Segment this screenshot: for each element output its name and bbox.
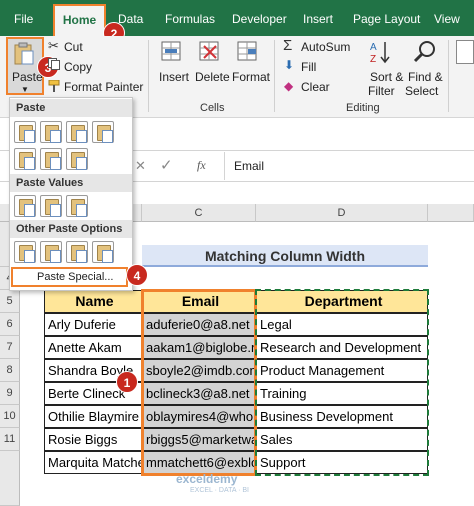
sort-filter-icon: AZ xyxy=(369,39,395,65)
keep-source-formatting-icon[interactable] xyxy=(92,121,114,143)
copy-icon xyxy=(48,58,60,70)
watermark-sub: EXCEL · DATA · BI xyxy=(190,487,249,494)
row-header-5[interactable]: 5 xyxy=(0,290,20,313)
format-painter-icon xyxy=(48,79,60,92)
cells-group-label: Cells xyxy=(200,102,225,114)
formula-input[interactable]: Email xyxy=(234,159,264,173)
editing-group-label: Editing xyxy=(346,102,380,114)
clipboard-icon xyxy=(13,42,35,66)
cell-name[interactable]: Marquita Matchett xyxy=(44,451,142,474)
column-header-c[interactable]: C xyxy=(142,204,256,222)
tab-file[interactable]: File xyxy=(14,12,33,26)
enter-icon[interactable]: ✓ xyxy=(160,156,173,174)
values-number-format-icon[interactable] xyxy=(40,195,62,217)
svg-text:Z: Z xyxy=(370,54,376,65)
cell-name[interactable]: Arly Duferie xyxy=(44,313,142,336)
eraser-icon: ◆ xyxy=(284,79,294,93)
cell-name[interactable]: Othilie Blaymire xyxy=(44,405,142,428)
column-header-e[interactable] xyxy=(428,204,474,222)
row-header[interactable] xyxy=(0,451,20,506)
ribbon-divider xyxy=(274,40,275,112)
row-header-11[interactable]: 11 xyxy=(0,428,20,451)
tab-page-layout[interactable]: Page Layout xyxy=(353,12,420,26)
row-header-8[interactable]: 8 xyxy=(0,359,20,382)
paste-link-icon[interactable] xyxy=(40,241,62,263)
magnifier-icon xyxy=(412,39,438,65)
paste-icon[interactable] xyxy=(14,121,36,143)
paste-special-menu-item[interactable]: Paste Special... xyxy=(11,267,128,287)
sheet-title: Matching Column Width xyxy=(142,245,428,267)
step-badge-4: 4 xyxy=(126,264,148,286)
paste-values-header: Paste Values xyxy=(10,174,132,192)
other-paste-options-header: Other Paste Options xyxy=(10,220,132,238)
tab-developer[interactable]: Developer xyxy=(232,12,287,26)
column-header-d[interactable]: D xyxy=(256,204,428,222)
row-header-6[interactable]: 6 xyxy=(0,313,20,336)
keep-column-widths-icon[interactable] xyxy=(40,148,62,170)
format-cells-icon xyxy=(236,40,260,64)
watermark: exceldemy xyxy=(176,472,238,486)
email-column-highlight xyxy=(141,289,257,476)
tab-data[interactable]: Data xyxy=(118,12,143,26)
tab-view[interactable]: View xyxy=(434,12,460,26)
delete-cells-icon xyxy=(198,40,222,64)
row-header-9[interactable]: 9 xyxy=(0,382,20,405)
svg-text:A: A xyxy=(370,42,377,53)
insert-button[interactable]: Insert xyxy=(159,70,189,84)
insert-cells-icon xyxy=(160,40,184,64)
fill-button[interactable]: Fill xyxy=(301,60,316,74)
chevron-down-icon: ▼ xyxy=(21,85,29,94)
ribbon-divider xyxy=(448,40,449,112)
no-borders-icon[interactable] xyxy=(14,148,36,170)
cell-name[interactable]: Anette Akam xyxy=(44,336,142,359)
sort-filter-button-line2[interactable]: Filter xyxy=(368,84,395,98)
scissors-icon: ✂ xyxy=(48,38,59,53)
paste-values-icon[interactable] xyxy=(14,195,36,217)
paste-formulas-icon[interactable] xyxy=(40,121,62,143)
tab-home[interactable]: Home xyxy=(53,4,106,36)
find-select-button[interactable]: Find & xyxy=(408,70,443,84)
paste-formulas-number-format-icon[interactable] xyxy=(66,121,88,143)
function-icon[interactable]: fx xyxy=(197,158,206,173)
header-name[interactable]: Name xyxy=(44,290,142,313)
transpose-icon[interactable] xyxy=(66,148,88,170)
format-button[interactable]: Format xyxy=(232,70,270,84)
format-painter-button[interactable]: Format Painter xyxy=(64,80,143,94)
step-badge-1: 1 xyxy=(116,371,138,393)
row-header-7[interactable]: 7 xyxy=(0,336,20,359)
clear-button[interactable]: Clear xyxy=(301,80,330,94)
linked-picture-icon[interactable] xyxy=(92,241,114,263)
copy-marquee xyxy=(255,289,429,476)
fill-down-icon: ⬇ xyxy=(284,58,295,72)
cell-name[interactable]: Rosie Biggs xyxy=(44,428,142,451)
formatting-icon[interactable] xyxy=(14,241,36,263)
sort-filter-button[interactable]: Sort & xyxy=(370,70,403,84)
sigma-icon: Σ xyxy=(283,37,293,54)
cancel-icon[interactable]: ✕ xyxy=(135,158,146,174)
ribbon-divider xyxy=(148,40,149,112)
copy-button[interactable]: Copy xyxy=(64,60,92,74)
find-select-button-line2[interactable]: Select xyxy=(405,84,438,98)
delete-button[interactable]: Delete xyxy=(195,70,230,84)
tab-insert[interactable]: Insert xyxy=(303,12,333,26)
row-header-10[interactable]: 10 xyxy=(0,405,20,428)
autosum-button[interactable]: AutoSum xyxy=(301,40,350,54)
formula-divider xyxy=(224,152,225,180)
values-source-formatting-icon[interactable] xyxy=(66,195,88,217)
cut-button[interactable]: Cut xyxy=(64,40,83,54)
paste-section-header: Paste xyxy=(10,99,132,117)
picture-icon[interactable] xyxy=(66,241,88,263)
tab-formulas[interactable]: Formulas xyxy=(165,12,215,26)
addin-icon[interactable] xyxy=(456,40,474,64)
